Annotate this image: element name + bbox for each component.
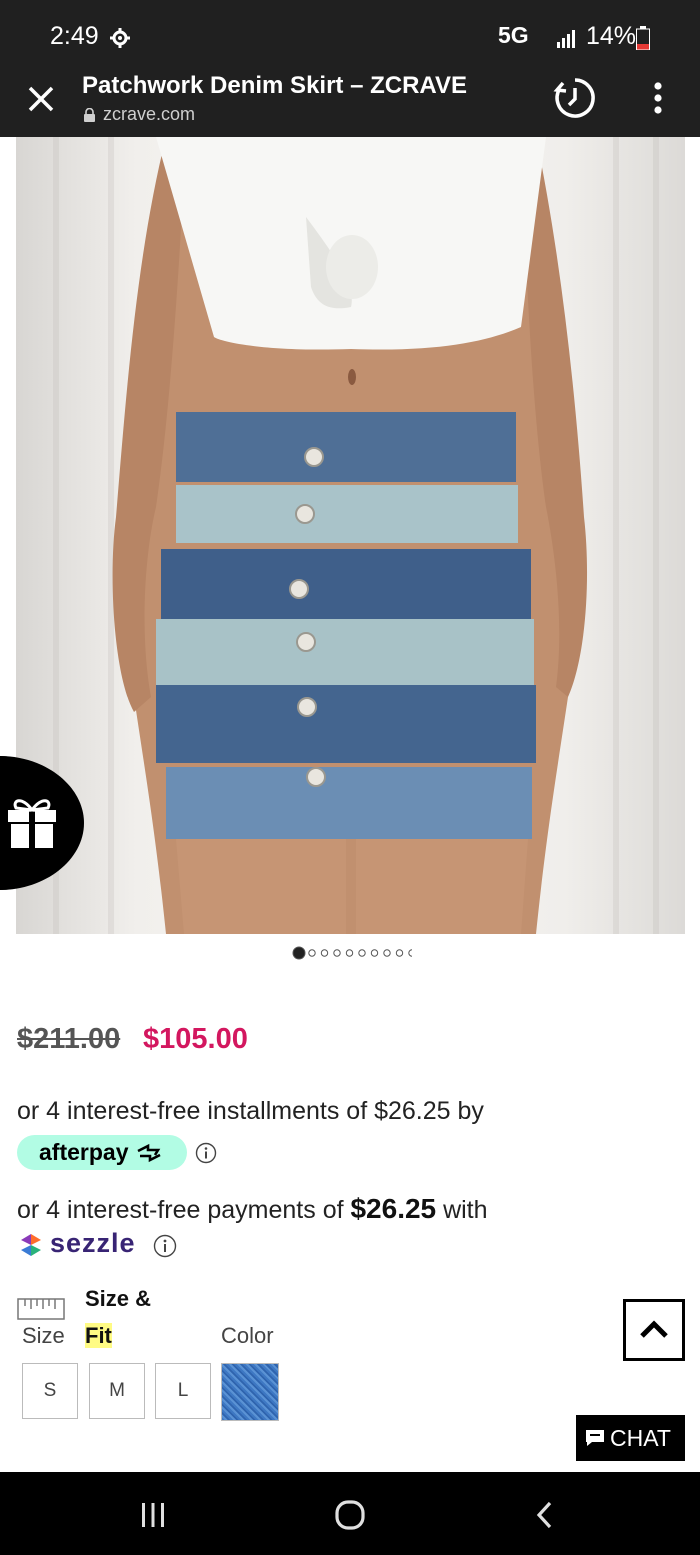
recent-apps-icon[interactable] — [140, 1502, 166, 1528]
pagination-dot[interactable] — [320, 949, 329, 957]
chat-label: CHAT — [610, 1425, 671, 1451]
pagination-dot[interactable] — [333, 949, 341, 957]
product-image[interactable] — [16, 137, 685, 934]
afterpay-text: or 4 interest-free installments of $26.2… — [17, 1097, 484, 1125]
afterpay-arrows-icon — [137, 1143, 161, 1163]
url-text[interactable]: zcrave.com — [103, 104, 195, 125]
sezzle-logo-icon — [21, 1234, 41, 1256]
afterpay-badge[interactable]: afterpay — [17, 1135, 187, 1170]
top-bar: 2:49 5G 14% Patchwork Denim Skirt – ZCRA… — [0, 0, 700, 137]
size-option-s[interactable]: S — [22, 1363, 78, 1419]
close-icon[interactable] — [24, 82, 58, 116]
ruler-icon — [17, 1298, 65, 1320]
pagination-dot[interactable] — [383, 949, 391, 957]
size-option-m[interactable]: M — [89, 1363, 145, 1419]
pagination-dot[interactable] — [408, 949, 412, 957]
page-title: Patchwork Denim Skirt – ZCRAVE — [82, 72, 467, 99]
sezzle-text: or 4 interest-free payments of $26.25 wi… — [17, 1193, 488, 1224]
status-bar: 2:49 5G 14% — [0, 0, 700, 76]
battery-percent: 14% — [586, 22, 637, 50]
more-options-icon[interactable] — [648, 80, 668, 116]
size-fit-link[interactable]: Size & Fit — [85, 1280, 151, 1354]
battery-icon — [636, 26, 650, 50]
home-icon[interactable] — [334, 1500, 366, 1530]
color-swatch-denim[interactable] — [221, 1363, 279, 1421]
pagination-dot[interactable] — [308, 949, 316, 957]
gallery-pagination — [292, 946, 412, 960]
color-label: Color — [221, 1323, 274, 1348]
sale-price: $105.00 — [143, 1023, 248, 1055]
back-icon[interactable] — [535, 1500, 555, 1530]
size-label: Size — [22, 1323, 65, 1348]
lock-icon — [84, 108, 95, 122]
pagination-dot-active[interactable] — [292, 946, 306, 960]
pagination-dot[interactable] — [395, 949, 404, 957]
scroll-to-top-button[interactable] — [623, 1299, 685, 1361]
chat-bubble-icon — [586, 1430, 604, 1446]
pagination-dot[interactable] — [345, 949, 354, 957]
afterpay-logo: afterpay — [39, 1139, 129, 1165]
chevron-up-icon — [640, 1320, 668, 1338]
gift-icon[interactable] — [0, 756, 84, 890]
afterpay-info-icon[interactable] — [195, 1142, 217, 1164]
chat-button[interactable]: CHAT — [576, 1415, 685, 1461]
gear-icon — [110, 28, 130, 48]
sezzle-info-icon[interactable] — [153, 1234, 177, 1258]
network-indicator: 5G — [498, 22, 529, 48]
sezzle-amount: $26.25 — [350, 1193, 437, 1224]
size-option-l[interactable]: L — [155, 1363, 211, 1419]
status-time: 2:49 — [50, 22, 99, 50]
history-icon[interactable] — [553, 76, 597, 120]
pagination-dot[interactable] — [370, 949, 379, 957]
sezzle-logo: sezzle — [50, 1228, 136, 1258]
pagination-dot[interactable] — [358, 949, 366, 957]
signal-icon — [557, 30, 575, 48]
original-price: $211.00 — [17, 1023, 121, 1055]
